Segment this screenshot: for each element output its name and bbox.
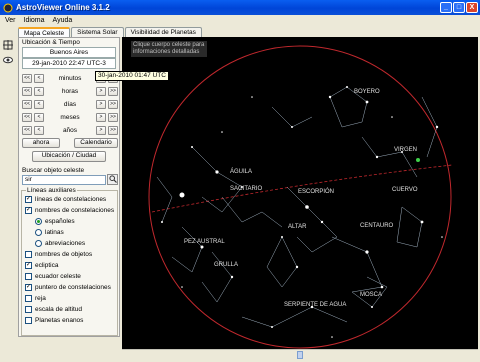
tab-visibilidad-planetas[interactable]: Visibilidad de Planetas — [124, 27, 202, 37]
forward-button[interactable]: > — [96, 112, 106, 122]
aux-lines-group: Líneas auxiliares ✓ líneas de constelacio… — [21, 187, 118, 336]
label-aguila[interactable]: ÁGUILA — [230, 169, 252, 175]
planet-marker[interactable] — [416, 158, 420, 162]
stepper-label: años — [62, 126, 78, 134]
location-time-title: Ubicación & Tiempo — [22, 39, 80, 46]
city-display: Buenos Aires — [22, 47, 116, 58]
magnifier-icon[interactable] — [107, 174, 118, 185]
label-mosca[interactable]: MOSCA — [360, 292, 382, 298]
label-virgen[interactable]: VIRGEN — [394, 147, 417, 153]
datetime-display: 29-jan-2010 22:47 UTC-3 — [22, 58, 116, 69]
tab-sistema-solar[interactable]: Sistema Solar — [71, 27, 124, 37]
stepper-label: minutos — [58, 74, 82, 82]
back-button[interactable]: < — [34, 86, 44, 96]
forward-button[interactable]: > — [96, 86, 106, 96]
label-pez-austral[interactable]: PEZ AUSTRAL — [184, 239, 225, 245]
menu-ver[interactable]: Ver — [5, 17, 16, 24]
option-constellation-pointer[interactable]: ✓ puntero de constelaciones — [25, 283, 111, 292]
forward-button[interactable]: > — [96, 99, 106, 109]
control-panel: Ubicación & Tiempo Buenos Aires 29-jan-2… — [18, 37, 120, 337]
option-altitude-scale[interactable]: escala de altitud — [25, 305, 82, 314]
fast-forward-button[interactable]: >> — [108, 86, 118, 96]
fast-back-button[interactable]: << — [22, 125, 32, 135]
option-object-names[interactable]: nombres de objetos — [25, 250, 92, 259]
back-button[interactable]: < — [34, 112, 44, 122]
back-button[interactable]: < — [34, 73, 44, 83]
fast-forward-button[interactable]: >> — [108, 99, 118, 109]
label-boyero[interactable]: BOYERO — [354, 89, 380, 95]
back-button[interactable]: < — [34, 125, 44, 135]
fast-forward-button[interactable]: >> — [108, 112, 118, 122]
label-sagitario[interactable]: SAGITARIO — [230, 186, 262, 192]
tool-strip — [2, 40, 16, 70]
title-bar: AstroViewer Online 3.1.2 _ □ X — [0, 0, 480, 15]
crosshair-icon[interactable] — [2, 40, 14, 52]
forward-button[interactable]: > — [96, 125, 106, 135]
utc-tooltip: 30-jan-2010 01:47 UTC — [95, 71, 169, 81]
option-constellation-names[interactable]: ✓ nombres de constelaciones — [25, 206, 114, 215]
maximize-button[interactable]: □ — [453, 2, 465, 13]
fast-forward-button[interactable]: >> — [108, 125, 118, 135]
menu-idioma[interactable]: Idioma — [24, 17, 45, 24]
option-constellation-lines[interactable]: ✓ líneas de constelaciones — [25, 195, 106, 204]
stepper-years: << < años > >> — [22, 125, 118, 135]
fast-back-button[interactable]: << — [22, 86, 32, 96]
stepper-label: meses — [60, 113, 80, 121]
sky-map[interactable]: BOYERO ÁGUILA VIRGEN SAGITARIO ESCORPIÓN… — [122, 37, 478, 349]
label-escorpion[interactable]: ESCORPIÓN — [298, 189, 334, 195]
window-title: AstroViewer Online 3.1.2 — [16, 3, 110, 12]
label-cuervo[interactable]: CUERVO — [392, 187, 418, 193]
option-ecliptic[interactable]: ✓ ecliptica — [25, 261, 58, 270]
sky-hint: Clique cuerpo celeste para informaciones… — [131, 41, 207, 57]
menu-bar: Ver Idioma Ayuda — [0, 15, 480, 26]
close-button[interactable]: X — [466, 2, 478, 13]
stepper-label: días — [63, 100, 77, 108]
search-label: Buscar objeto celeste — [22, 167, 85, 174]
tab-bar: Mapa Celeste Sistema Solar Visibilidad d… — [18, 27, 202, 37]
label-altar[interactable]: ALTAR — [288, 224, 306, 230]
fast-back-button[interactable]: << — [22, 112, 32, 122]
search-input[interactable]: sir — [22, 175, 106, 185]
aux-lines-title: Líneas auxiliares — [26, 187, 77, 194]
back-button[interactable]: < — [34, 99, 44, 109]
label-serpiente-de-agua[interactable]: SERPIENTE DE AGUA — [284, 302, 346, 308]
location-city-button[interactable]: Ubicación / Ciudad — [32, 151, 106, 162]
radio-latin[interactable]: latinas — [35, 228, 64, 237]
eye-icon[interactable] — [2, 55, 14, 67]
label-centauro[interactable]: CENTAURO — [360, 223, 393, 229]
radio-spanish[interactable]: españoles — [35, 217, 75, 226]
stepper-months: << < meses > >> — [22, 112, 118, 122]
app-logo-icon — [3, 3, 13, 12]
stepper-label: horas — [61, 87, 79, 95]
calendar-button[interactable]: Calendario — [74, 138, 118, 148]
radio-abbreviations[interactable]: abreviaciones — [35, 239, 85, 248]
scroll-thumb[interactable] — [297, 351, 303, 359]
option-grid[interactable]: reja — [25, 294, 46, 303]
now-button[interactable]: ahora — [22, 138, 60, 148]
tab-mapa-celeste[interactable]: Mapa Celeste — [18, 27, 71, 37]
stepper-hours: << < horas > >> — [22, 86, 118, 96]
horizontal-scrollbar[interactable] — [122, 349, 478, 359]
fast-back-button[interactable]: << — [22, 99, 32, 109]
option-celestial-equator[interactable]: ecuador celeste — [25, 272, 81, 281]
label-grulla[interactable]: GRULLA — [214, 262, 238, 268]
stepper-days: << < días > >> — [22, 99, 118, 109]
fast-back-button[interactable]: << — [22, 73, 32, 83]
option-dwarf-planets[interactable]: Planetas enanos — [25, 316, 83, 325]
menu-ayuda[interactable]: Ayuda — [53, 17, 73, 24]
minimize-button[interactable]: _ — [440, 2, 452, 13]
